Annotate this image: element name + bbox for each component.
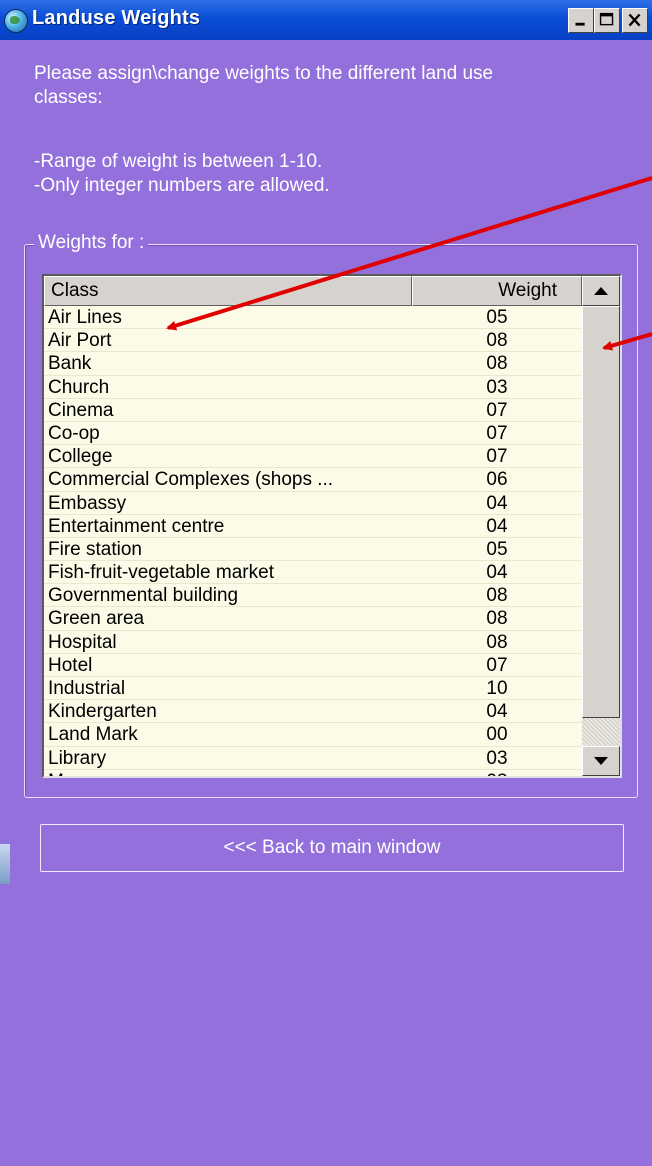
weight-cell[interactable]: 10 xyxy=(412,677,582,700)
weight-cell[interactable]: 07 xyxy=(412,422,582,445)
table-row[interactable]: Governmental building 08 xyxy=(44,584,582,608)
table-row[interactable]: Church 03 xyxy=(44,376,582,399)
weight-cell[interactable]: 06 xyxy=(412,468,582,491)
table-row[interactable]: Commercial Complexes (shops ... 06 xyxy=(44,468,582,492)
weight-cell[interactable]: 04 xyxy=(412,561,582,584)
weight-cell[interactable]: 08 xyxy=(412,352,582,375)
class-cell[interactable]: Commercial Complexes (shops ... xyxy=(48,468,333,491)
desktop-icon-fragment xyxy=(0,844,10,884)
table-row[interactable]: Industrial 10 xyxy=(44,677,582,701)
weight-cell[interactable]: 08 xyxy=(412,329,582,352)
table-row[interactable]: Hospital 08 xyxy=(44,631,582,654)
class-cell[interactable]: Bank xyxy=(48,352,91,375)
weight-cell[interactable]: 04 xyxy=(412,515,582,538)
scroll-up-button[interactable] xyxy=(582,276,620,306)
class-cell[interactable]: Library xyxy=(48,747,106,770)
weight-cell[interactable]: 03 xyxy=(412,376,582,399)
weight-cell[interactable]: 04 xyxy=(412,700,582,723)
instruction-line-2: classes: xyxy=(34,87,103,108)
weights-table[interactable]: Class Weight Air Lines 05 Air Port 08 Bank 08… xyxy=(42,274,622,778)
globe-icon[interactable] xyxy=(4,9,28,33)
table-row[interactable]: Air Lines 05 xyxy=(44,306,582,330)
class-cell[interactable]: Hospital xyxy=(48,631,117,654)
class-cell[interactable]: Mosque xyxy=(48,770,116,776)
close-icon xyxy=(628,13,641,27)
table-row[interactable]: Air Port 08 xyxy=(44,329,582,353)
table-row[interactable]: Green area 08 xyxy=(44,607,582,631)
table-row[interactable]: Land Mark 00 xyxy=(44,723,582,747)
weight-cell[interactable]: 03 xyxy=(412,770,582,776)
column-header-weight[interactable]: Weight xyxy=(412,276,582,306)
column-header-class[interactable]: Class xyxy=(44,276,412,306)
table-row[interactable]: Fish-fruit-vegetable market 04 xyxy=(44,561,582,585)
table-row[interactable]: Co-op 07 xyxy=(44,422,582,446)
weight-cell[interactable]: 08 xyxy=(412,584,582,607)
minimize-button[interactable] xyxy=(568,8,594,33)
class-cell[interactable]: Co-op xyxy=(48,422,100,445)
class-cell[interactable]: Green area xyxy=(48,607,144,630)
weight-cell[interactable]: 08 xyxy=(412,631,582,654)
weight-cell[interactable]: 04 xyxy=(412,492,582,515)
scroll-down-button[interactable] xyxy=(582,746,620,776)
weight-cell[interactable]: 07 xyxy=(412,654,582,677)
table-row[interactable]: Library 03 xyxy=(44,747,582,770)
rule-range: -Range of weight is between 1-10. xyxy=(34,151,323,172)
maximize-button[interactable] xyxy=(594,8,620,33)
class-cell[interactable]: College xyxy=(48,445,112,468)
title-bar[interactable]: Landuse Weights xyxy=(0,0,652,40)
table-row[interactable]: Fire station 05 xyxy=(44,538,582,562)
instruction-line-1: Please assign\change weights to the diff… xyxy=(34,63,494,84)
class-cell[interactable]: Entertainment centre xyxy=(48,515,224,538)
table-row[interactable]: Kindergarten 04 xyxy=(44,700,582,724)
weight-cell[interactable]: 05 xyxy=(412,538,582,561)
class-cell[interactable]: Land Mark xyxy=(48,723,138,746)
table-row[interactable]: Bank 08 xyxy=(44,352,582,376)
class-cell[interactable]: Fish-fruit-vegetable market xyxy=(48,561,274,584)
back-to-main-button[interactable]: <<< Back to main window xyxy=(40,824,624,872)
weight-cell[interactable]: 03 xyxy=(412,747,582,770)
weight-cell[interactable]: 07 xyxy=(412,445,582,468)
rule-integer: -Only integer numbers are allowed. xyxy=(34,175,330,196)
vertical-scrollbar[interactable] xyxy=(582,276,620,776)
table-row[interactable]: Embassy 04 xyxy=(44,492,582,515)
class-cell[interactable]: Industrial xyxy=(48,677,125,700)
close-button[interactable] xyxy=(622,8,648,33)
class-cell[interactable]: Governmental building xyxy=(48,584,238,607)
weight-cell[interactable]: 00 xyxy=(412,723,582,746)
weight-cell[interactable]: 05 xyxy=(412,306,582,329)
table-row[interactable]: Hotel 07 xyxy=(44,654,582,677)
class-cell[interactable]: Kindergarten xyxy=(48,700,157,723)
class-cell[interactable]: Embassy xyxy=(48,492,126,515)
maximize-icon xyxy=(599,12,614,26)
window-title: Landuse Weights xyxy=(32,7,201,29)
class-cell[interactable]: Fire station xyxy=(48,538,142,561)
class-cell[interactable]: Church xyxy=(48,376,109,399)
minimize-icon xyxy=(575,22,585,26)
class-cell[interactable]: Cinema xyxy=(48,399,113,422)
class-cell[interactable]: Hotel xyxy=(48,654,92,677)
scroll-up-arrow-icon xyxy=(594,287,608,295)
weight-cell[interactable]: 08 xyxy=(412,607,582,630)
table-row[interactable]: Mosque 03 xyxy=(44,770,582,776)
groupbox-label: Weights for : xyxy=(34,232,149,254)
class-cell[interactable]: Air Port xyxy=(48,329,111,352)
scroll-thumb[interactable] xyxy=(582,306,620,718)
table-row[interactable]: Entertainment centre 04 xyxy=(44,515,582,538)
class-cell[interactable]: Air Lines xyxy=(48,306,122,329)
table-body: Air Lines 05 Air Port 08 Bank 08 Church 03 Cinem… xyxy=(44,306,582,776)
table-row[interactable]: College 07 xyxy=(44,445,582,469)
scroll-down-arrow-icon xyxy=(594,757,608,765)
table-row[interactable]: Cinema 07 xyxy=(44,399,582,422)
weight-cell[interactable]: 07 xyxy=(412,399,582,422)
